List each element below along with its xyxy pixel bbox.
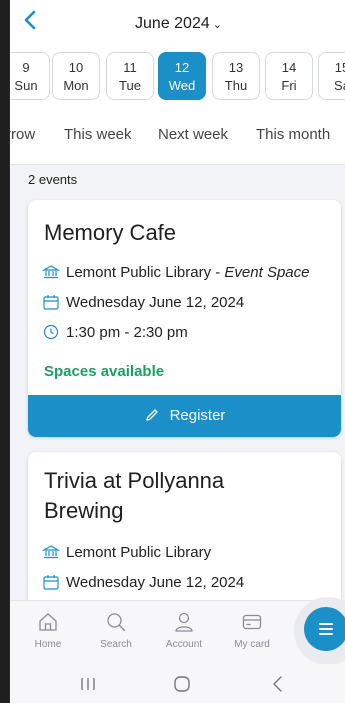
availability-status: Spaces available xyxy=(44,363,165,380)
range-tomorrow[interactable]: rrow xyxy=(10,126,35,143)
location-name: Lemont Public Library xyxy=(66,264,212,281)
range-filter-bar[interactable]: rrow This week Next week This month xyxy=(10,104,345,165)
calendar-header: June 2024 ⌄ xyxy=(10,0,345,44)
account-icon xyxy=(175,612,193,632)
day-number: 9 xyxy=(22,60,30,75)
event-card[interactable]: Memory Cafe Lemont Public Library - Even… xyxy=(28,200,341,437)
location-room: Event Space xyxy=(224,264,310,281)
month-selector[interactable]: June 2024 ⌄ xyxy=(10,15,345,33)
day-number: 10 xyxy=(68,60,84,75)
day-of-week: Mon xyxy=(63,78,89,93)
register-label: Register xyxy=(169,407,226,424)
event-title[interactable]: Trivia at Pollyanna Brewing xyxy=(44,466,304,526)
location-name: Lemont Public Library xyxy=(66,544,212,561)
event-date: Wednesday June 12, 2024 xyxy=(42,574,244,591)
day-of-week: Fri xyxy=(281,78,297,93)
pencil-icon xyxy=(145,409,158,421)
menu-button[interactable] xyxy=(304,607,345,651)
day-sat-15[interactable]: 15 Sa xyxy=(318,52,345,100)
day-number: 15 xyxy=(334,60,345,75)
time-text: 1:30 pm - 2:30 pm xyxy=(66,324,188,341)
tab-my-card[interactable]: My card xyxy=(224,611,280,650)
date-text: Wednesday June 12, 2024 xyxy=(66,574,245,591)
calendar-icon xyxy=(43,295,59,310)
register-button[interactable]: Register xyxy=(28,395,341,437)
day-number: 13 xyxy=(228,60,244,75)
month-title: June 2024 xyxy=(135,15,210,32)
date-strip[interactable]: 9 Sun 10 Mon 11 Tue 12 Wed 13 Thu 14 Fri… xyxy=(10,44,345,104)
nav-back-button[interactable] xyxy=(258,672,298,696)
library-icon xyxy=(42,545,60,559)
tab-account[interactable]: Account xyxy=(156,611,212,650)
tab-search[interactable]: Search xyxy=(88,611,144,650)
day-fri-14[interactable]: 14 Fri xyxy=(265,52,313,100)
system-nav-bar xyxy=(10,664,345,703)
calendar-icon xyxy=(43,575,59,590)
day-of-week: Sa xyxy=(334,78,345,93)
event-date: Wednesday June 12, 2024 xyxy=(42,294,244,311)
day-of-week: Sun xyxy=(14,78,38,93)
tab-label: Account xyxy=(165,639,203,650)
recents-icon xyxy=(81,678,95,690)
day-of-week: Tue xyxy=(119,78,141,93)
day-number: 14 xyxy=(281,60,297,75)
location-separator: - xyxy=(211,264,225,281)
day-of-week: Wed xyxy=(168,78,196,93)
day-tue-11[interactable]: 11 Tue xyxy=(106,52,154,100)
range-this-week[interactable]: This week xyxy=(64,126,132,143)
day-of-week: Thu xyxy=(224,78,248,93)
search-icon xyxy=(107,613,126,632)
day-number: 11 xyxy=(123,60,137,75)
day-sun-9[interactable]: 9 Sun xyxy=(10,52,50,100)
home-icon xyxy=(39,613,57,631)
day-number: 12 xyxy=(174,60,190,75)
card-icon xyxy=(242,614,262,630)
nav-recents-button[interactable] xyxy=(68,672,108,696)
tab-label: Search xyxy=(100,639,132,650)
date-text: Wednesday June 12, 2024 xyxy=(66,294,245,311)
tab-home[interactable]: Home xyxy=(20,611,76,650)
back-arrow-icon xyxy=(273,676,282,692)
event-title[interactable]: Memory Cafe xyxy=(44,218,176,248)
event-time: 1:30 pm - 2:30 pm xyxy=(42,324,188,341)
event-location: Lemont Public Library - Event Space xyxy=(42,264,309,281)
events-count: 2 events xyxy=(28,172,78,187)
day-mon-10[interactable]: 10 Mon xyxy=(52,52,100,100)
tab-label: My card xyxy=(234,639,270,650)
tab-label: Home xyxy=(34,639,62,650)
library-icon xyxy=(42,265,60,279)
range-this-month[interactable]: This month xyxy=(256,126,330,143)
home-circle-icon xyxy=(174,676,190,692)
range-next-week[interactable]: Next week xyxy=(158,126,228,143)
day-wed-12-selected[interactable]: 12 Wed xyxy=(158,52,206,100)
clock-icon xyxy=(43,324,59,340)
nav-home-button[interactable] xyxy=(162,672,202,696)
event-location: Lemont Public Library xyxy=(42,544,211,561)
chevron-down-icon: ⌄ xyxy=(212,19,222,31)
app-screen: June 2024 ⌄ 9 Sun 10 Mon 11 Tue 12 Wed 13… xyxy=(9,0,345,703)
day-thu-13[interactable]: 13 Thu xyxy=(212,52,260,100)
